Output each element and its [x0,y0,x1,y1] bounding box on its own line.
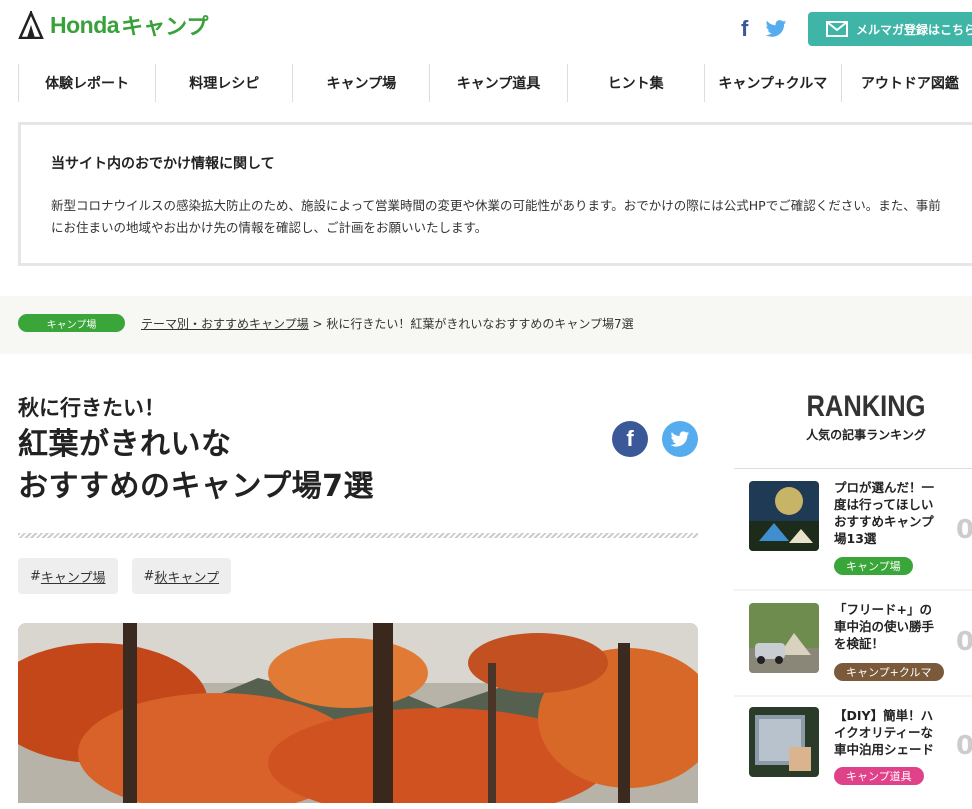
brand-name: Honda [50,11,120,38]
tent-icon [18,11,44,39]
autumn-forest-image [18,623,698,803]
ranking-item-title: 【DIY】簡単！ハイクオリティーな車中泊用シェード [834,708,935,757]
tag-label: キャンプ場 [40,570,106,586]
header-social: f [741,16,787,42]
tag-autumn-camp[interactable]: # 秋キャンプ [131,558,232,594]
tag-campsite[interactable]: # キャンプ場 [18,558,118,594]
category-badge[interactable]: キャンプ場 [18,314,125,332]
thumbnail-car-image [749,603,819,673]
breadcrumb: キャンプ場 テーマ別・おすすめキャンプ場 > 秋に行きたい！紅葉がきれいなおすす… [0,296,972,354]
nav-item-camp-car[interactable]: キャンプ+クルマ [703,64,841,102]
ranking-item-badge[interactable]: キャンプ道具 [834,767,924,785]
notice-body: 新型コロナウイルスの感染拡大防止のため、施設によって営業時間の変更や休業の可能性… [51,198,941,235]
nav-item-recipe[interactable]: 料理レシピ [155,64,292,102]
breadcrumb-link[interactable]: テーマ別・おすすめキャンプ場 [141,317,309,331]
thumbnail-camp-image [749,481,819,551]
ranking-list: プロが選んだ！一度は行ってほしいおすすめキャンプ場13選 キャンプ場 0 「フリ… [734,468,972,809]
ranking-item-badge[interactable]: キャンプ場 [834,557,913,575]
breadcrumb-separator: > [312,317,323,331]
nav-item-outdoor-guide[interactable]: アウトドア図鑑 [840,64,972,102]
ranking-item-number: 0 [956,515,972,545]
ranking-title: RANKING [806,390,926,423]
tag-label: 秋キャンプ [154,570,220,586]
twitter-bird-icon [670,430,690,447]
nav-item-gear[interactable]: キャンプ道具 [429,64,566,102]
brand-sub: キャンプ [121,15,209,40]
car-tent-image [749,603,819,673]
ranking-item-number: 0 [956,731,972,761]
ranking-item-title: 「フリード+」の車中泊の使い勝手を検証！ [834,602,935,651]
tag-hash: # [30,568,41,584]
notice-title: 当サイト内のおでかけ情報に関して [51,156,275,172]
breadcrumb-current: 秋に行きたい！紅葉がきれいなおすすめのキャンプ場7選 [326,317,634,331]
article-title-line1: 紅葉がきれいな [18,427,232,462]
hero-image [18,623,698,803]
ranking-item-badge[interactable]: キャンプ+クルマ [834,663,944,681]
thumbnail-shade-image [749,707,819,777]
twitter-icon[interactable] [765,19,787,39]
ranking-subtitle: 人気の記事ランキング [806,428,926,442]
newsletter-button[interactable]: メルマガ登録はこちら [808,12,972,46]
nav-item-report[interactable]: 体験レポート [18,64,155,102]
share-facebook-icon[interactable]: f [612,421,648,457]
notice-box: 当サイト内のおでかけ情報に関して 新型コロナウイルスの感染拡大防止のため、施設に… [18,122,972,266]
list-item[interactable]: 「フリード+」の車中泊の使い勝手を検証！ キャンプ+クルマ 0 [734,591,972,695]
list-item[interactable]: プロが選んだ！一度は行ってほしいおすすめキャンプ場13選 キャンプ場 0 [734,469,972,589]
site-logo[interactable]: Honda キャンプ [18,10,208,40]
nav-item-campsite[interactable]: キャンプ場 [292,64,429,102]
mail-icon [826,21,848,37]
tag-list: # キャンプ場 # 秋キャンプ [18,558,232,594]
list-item[interactable]: 【DIY】簡単！ハイクオリティーな車中泊用シェード キャンプ道具 0 [734,697,972,809]
camp-tent-image [749,481,819,551]
tag-hash: # [143,568,155,584]
article-pre-title: 秋に行きたい！ [18,396,165,420]
breadcrumb-trail: テーマ別・おすすめキャンプ場 > 秋に行きたい！紅葉がきれいなおすすめのキャンプ… [141,315,634,332]
title-divider [18,533,698,538]
facebook-icon[interactable]: f [741,16,755,42]
ranking-item-number: 0 [956,627,972,657]
ranking-header: RANKING 人気の記事ランキング [734,390,972,443]
car-shade-image [749,707,819,777]
article-title-line2: おすすめのキャンプ場7選 [18,469,374,504]
main-nav: 体験レポート 料理レシピ キャンプ場 キャンプ道具 ヒント集 キャンプ+クルマ … [18,64,972,102]
newsletter-label: メルマガ登録はこちら [856,22,972,37]
article-title: 紅葉がきれいな おすすめのキャンプ場7選 [18,424,598,508]
share-twitter-icon[interactable] [662,421,698,457]
ranking-item-title: プロが選んだ！一度は行ってほしいおすすめキャンプ場13選 [834,480,935,546]
nav-item-tips[interactable]: ヒント集 [566,64,704,102]
